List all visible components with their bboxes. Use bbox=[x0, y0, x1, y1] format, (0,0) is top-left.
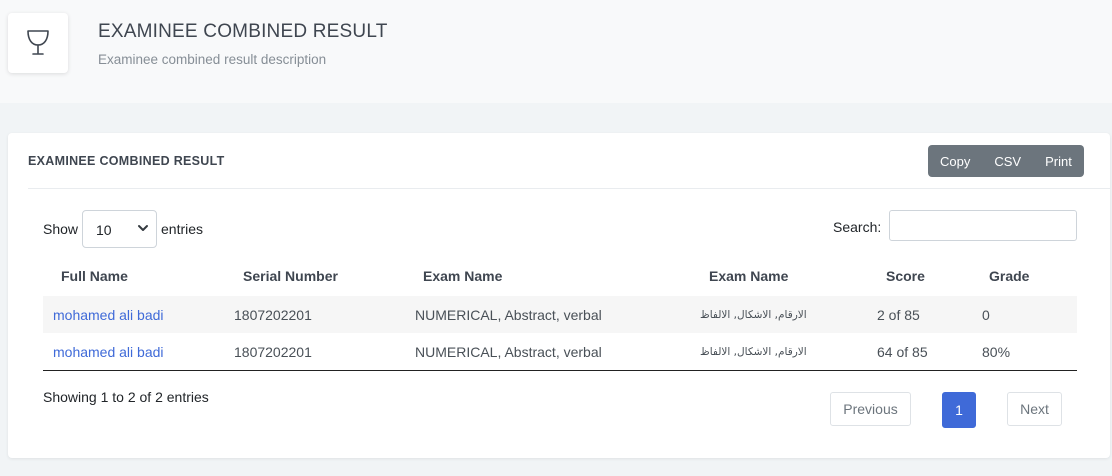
table-row: mohamed ali badi 1807202201 NUMERICAL, A… bbox=[43, 296, 1077, 333]
page-title: EXAMINEE COMBINED RESULT bbox=[98, 21, 388, 42]
entries-length-select[interactable]: 10 bbox=[82, 210, 157, 248]
grade-cell: 80% bbox=[982, 344, 1011, 360]
exam-name-arabic-cell: الارقام, الاشكال, الالفاظ bbox=[700, 346, 807, 358]
table-bottom-border bbox=[43, 370, 1077, 371]
exam-name-cell: NUMERICAL, Abstract, verbal bbox=[415, 344, 602, 360]
page-1-button[interactable]: 1 bbox=[942, 392, 976, 428]
column-header-score[interactable]: Score bbox=[886, 268, 925, 284]
results-card: EXAMINEE COMBINED RESULT Copy CSV Print … bbox=[8, 133, 1110, 458]
page-subtitle: Examinee combined result description bbox=[98, 52, 327, 67]
column-header-full-name[interactable]: Full Name bbox=[61, 268, 128, 284]
card-title: EXAMINEE COMBINED RESULT bbox=[28, 154, 225, 168]
full-name-link[interactable]: mohamed ali badi bbox=[53, 307, 164, 323]
trophy-icon bbox=[27, 30, 49, 55]
column-header-exam-name[interactable]: Exam Name bbox=[423, 268, 502, 284]
column-header-serial-number[interactable]: Serial Number bbox=[243, 268, 338, 284]
page-header: EXAMINEE COMBINED RESULT Examinee combin… bbox=[0, 0, 1112, 103]
full-name-link[interactable]: mohamed ali badi bbox=[53, 344, 164, 360]
entries-label: entries bbox=[161, 221, 204, 237]
search-label: Search: bbox=[833, 219, 882, 235]
search-input[interactable] bbox=[889, 210, 1077, 241]
previous-page-button[interactable]: Previous bbox=[830, 392, 911, 426]
export-button-group: Copy CSV Print bbox=[928, 145, 1084, 177]
chevron-down-icon bbox=[138, 225, 148, 231]
serial-number-cell: 1807202201 bbox=[234, 344, 312, 360]
csv-button[interactable]: CSV bbox=[982, 145, 1033, 177]
next-page-button[interactable]: Next bbox=[1007, 392, 1062, 426]
print-button[interactable]: Print bbox=[1033, 145, 1084, 177]
table-row: mohamed ali badi 1807202201 NUMERICAL, A… bbox=[43, 333, 1077, 370]
column-header-exam-name-arabic[interactable]: Exam Name bbox=[709, 268, 788, 284]
grade-cell: 0 bbox=[982, 307, 990, 323]
score-cell: 2 of 85 bbox=[877, 307, 920, 323]
copy-button[interactable]: Copy bbox=[928, 145, 982, 177]
table-info: Showing 1 to 2 of 2 entries bbox=[43, 389, 209, 405]
show-label: Show bbox=[43, 221, 79, 237]
score-cell: 64 of 85 bbox=[877, 344, 928, 360]
entries-length-value: 10 bbox=[96, 222, 112, 238]
header-icon-box bbox=[8, 13, 68, 73]
exam-name-arabic-cell: الارقام, الاشكال, الالفاظ bbox=[700, 309, 807, 321]
serial-number-cell: 1807202201 bbox=[234, 307, 312, 323]
exam-name-cell: NUMERICAL, Abstract, verbal bbox=[415, 307, 602, 323]
column-header-grade[interactable]: Grade bbox=[989, 268, 1029, 284]
